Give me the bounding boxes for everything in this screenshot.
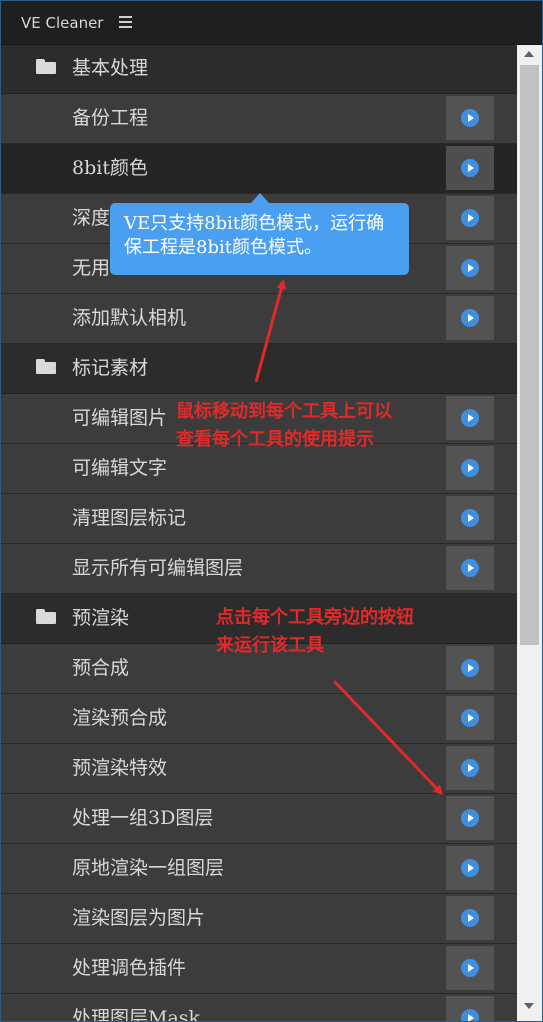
run-tool-button[interactable] — [446, 946, 494, 990]
tool-label: 预合成 — [72, 657, 130, 679]
tool-label: 渲染图层为图片 — [72, 907, 206, 929]
play-icon — [461, 809, 479, 827]
run-tool-button[interactable] — [446, 746, 494, 790]
tool-label: 清理图层标记 — [72, 507, 187, 529]
panel-window: VE Cleaner 基本处理备份工程 8bit颜色 深度无用添加默认相机 标记素材可… — [0, 0, 543, 1022]
tool-row[interactable]: 处理调色插件 — [1, 944, 517, 994]
hamburger-menu-icon[interactable] — [119, 16, 132, 28]
play-icon — [461, 259, 479, 277]
tool-label: 无用 — [72, 257, 111, 279]
tool-row[interactable]: 原地渲染一组图层 — [1, 844, 517, 894]
tool-label: 添加默认相机 — [72, 307, 187, 329]
run-tool-button[interactable] — [446, 396, 494, 440]
play-icon — [461, 309, 479, 327]
window-title: VE Cleaner — [21, 14, 104, 32]
run-tool-button[interactable] — [446, 996, 494, 1021]
tool-list: 基本处理备份工程 8bit颜色 深度无用添加默认相机 标记素材可编辑图片可编辑文字清理… — [1, 45, 517, 1021]
folder-icon — [36, 609, 56, 624]
play-icon — [461, 559, 479, 577]
play-icon — [461, 109, 479, 127]
tool-row[interactable]: 8bit颜色 — [1, 144, 517, 194]
play-icon — [461, 859, 479, 877]
category-row[interactable]: 基本处理 — [1, 45, 517, 94]
tool-label: 显示所有可编辑图层 — [72, 557, 244, 579]
vertical-scrollbar[interactable] — [517, 45, 542, 1021]
run-tool-button[interactable] — [446, 546, 494, 590]
play-icon — [461, 1009, 479, 1021]
run-tool-button[interactable] — [446, 446, 494, 490]
folder-icon — [36, 359, 56, 374]
tool-label: 可编辑图片 — [72, 407, 168, 429]
play-icon — [461, 159, 479, 177]
click-annotation: 点击每个工具旁边的按钮 来运行该工具 — [216, 604, 414, 660]
scrollbar-thumb[interactable] — [520, 65, 539, 645]
tool-label: 处理一组3D图层 — [72, 807, 214, 829]
tool-label: 渲染预合成 — [72, 707, 168, 729]
run-tool-button[interactable] — [446, 896, 494, 940]
tool-label: 预渲染特效 — [72, 757, 168, 779]
run-tool-button[interactable] — [446, 796, 494, 840]
run-tool-button[interactable] — [446, 646, 494, 690]
tool-label: 可编辑文字 — [72, 457, 168, 479]
run-tool-button[interactable] — [446, 296, 494, 340]
play-icon — [461, 409, 479, 427]
tool-label: 备份工程 — [72, 107, 149, 129]
tool-row[interactable]: 处理一组3D图层 — [1, 794, 517, 844]
tool-label: 深度 — [72, 207, 111, 229]
tool-row[interactable]: 渲染图层为图片 — [1, 894, 517, 944]
tool-row[interactable]: 备份工程 — [1, 94, 517, 144]
play-icon — [461, 459, 479, 477]
run-tool-button[interactable] — [446, 846, 494, 890]
hover-annotation-line-1: 鼠标移动到每个工具上可以 — [176, 401, 392, 422]
category-row[interactable]: 标记素材 — [1, 344, 517, 394]
play-icon — [461, 509, 479, 527]
tool-row[interactable]: 显示所有可编辑图层 — [1, 544, 517, 594]
tooltip: VE只支持8bit颜色模式，运行确 保工程是8bit颜色模式。 — [110, 193, 409, 275]
scroll-down-arrow-icon[interactable] — [524, 1003, 534, 1009]
category-label: 预渲染 — [72, 607, 130, 629]
play-icon — [461, 709, 479, 727]
scroll-up-arrow-icon[interactable] — [524, 51, 534, 57]
hover-annotation: 鼠标移动到每个工具上可以 查看每个工具的使用提示 — [176, 398, 392, 454]
tool-row[interactable]: 清理图层标记 — [1, 494, 517, 544]
play-icon — [461, 209, 479, 227]
tool-row[interactable]: 渲染预合成 — [1, 694, 517, 744]
category-label: 基本处理 — [72, 57, 149, 79]
tool-label: 原地渲染一组图层 — [72, 857, 225, 879]
run-tool-button[interactable] — [446, 196, 494, 240]
play-icon — [461, 959, 479, 977]
tool-label: 8bit颜色 — [72, 157, 148, 179]
folder-icon — [36, 59, 56, 74]
tool-row[interactable]: 处理图层Mask — [1, 994, 517, 1021]
hover-annotation-line-2: 查看每个工具的使用提示 — [176, 429, 374, 450]
tool-label: 处理图层Mask — [72, 1007, 201, 1021]
play-icon — [461, 659, 479, 677]
run-tool-button[interactable] — [446, 96, 494, 140]
tool-label: 处理调色插件 — [72, 957, 187, 979]
run-tool-button[interactable] — [446, 146, 494, 190]
tool-row[interactable]: 预渲染特效 — [1, 744, 517, 794]
tooltip-line-1: VE只支持8bit颜色模式，运行确 — [124, 213, 385, 234]
play-icon — [461, 909, 479, 927]
run-tool-button[interactable] — [446, 696, 494, 740]
category-label: 标记素材 — [72, 357, 149, 379]
click-annotation-line-2: 来运行该工具 — [216, 635, 324, 656]
title-bar: VE Cleaner — [1, 1, 542, 45]
run-tool-button[interactable] — [446, 496, 494, 540]
tooltip-line-2: 保工程是8bit颜色模式。 — [124, 237, 322, 258]
click-annotation-line-1: 点击每个工具旁边的按钮 — [216, 607, 414, 628]
play-icon — [461, 759, 479, 777]
run-tool-button[interactable] — [446, 246, 494, 290]
tool-row[interactable]: 添加默认相机 — [1, 294, 517, 344]
